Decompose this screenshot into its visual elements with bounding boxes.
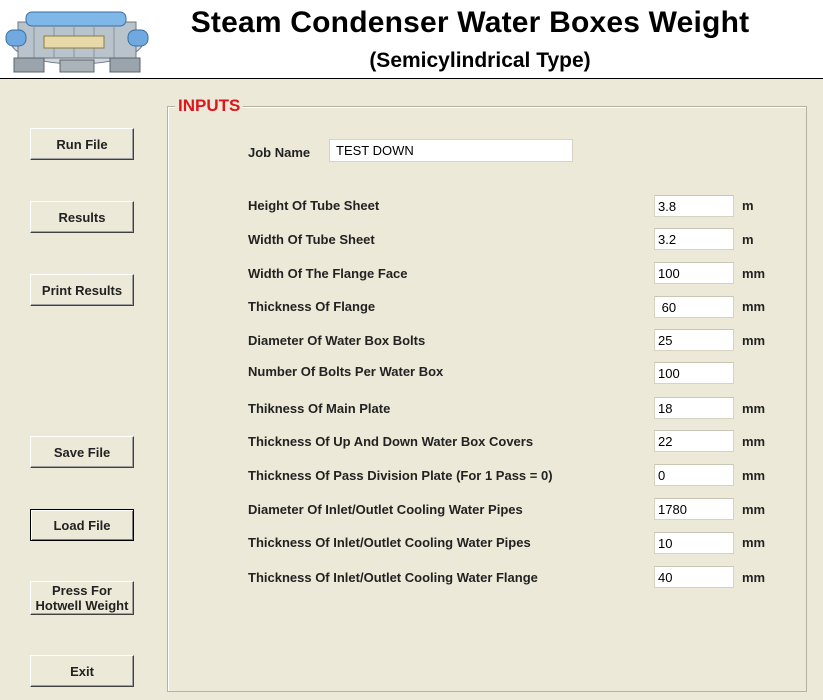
- pipe-diameter-label: Diameter Of Inlet/Outlet Cooling Water P…: [248, 502, 523, 517]
- pipe-thickness-input[interactable]: [654, 532, 734, 554]
- pipe-diameter-unit: mm: [742, 502, 766, 517]
- pipe-thickness-unit: mm: [742, 535, 766, 550]
- flange-face-width-input[interactable]: [654, 262, 734, 284]
- width-tube-sheet-label: Width Of Tube Sheet: [248, 232, 375, 247]
- print-results-button[interactable]: Print Results: [30, 274, 134, 306]
- pass-division-thickness-input[interactable]: [654, 464, 734, 486]
- run-file-button[interactable]: Run File: [30, 128, 134, 160]
- pass-division-thickness-label: Thickness Of Pass Division Plate (For 1 …: [248, 468, 553, 483]
- hotwell-button-line2: Hotwell Weight: [35, 598, 129, 613]
- pipe-diameter-input[interactable]: [654, 498, 734, 520]
- load-file-button[interactable]: Load File: [30, 509, 134, 541]
- bolts-per-box-label: Number Of Bolts Per Water Box: [248, 364, 444, 379]
- flange-thickness-label: Thickness Of Flange: [248, 299, 376, 314]
- results-button[interactable]: Results: [30, 201, 134, 233]
- height-tube-sheet-unit: m: [742, 198, 754, 213]
- page-title: Steam Condenser Water Boxes Weight: [190, 6, 750, 39]
- flange-face-width-unit: mm: [742, 266, 766, 281]
- main-plate-thickness-label: Thikness Of Main Plate: [248, 401, 391, 416]
- bolts-per-box-input[interactable]: [654, 362, 734, 384]
- hotwell-button-line1: Press For: [52, 583, 112, 598]
- exit-button[interactable]: Exit: [30, 655, 134, 687]
- flange-thickness-input[interactable]: [654, 296, 734, 318]
- job-name-label: Job Name: [248, 145, 311, 160]
- cover-thickness-label: Thickness Of Up And Down Water Box Cover…: [248, 434, 534, 449]
- height-tube-sheet-input[interactable]: [654, 195, 734, 217]
- cover-thickness-unit: mm: [742, 434, 766, 449]
- cooling-flange-thickness-unit: mm: [742, 570, 766, 585]
- cooling-flange-thickness-label: Thickness Of Inlet/Outlet Cooling Water …: [248, 570, 538, 585]
- cooling-flange-thickness-input[interactable]: [654, 566, 734, 588]
- flange-face-width-label: Width Of The Flange Face: [248, 266, 408, 281]
- height-tube-sheet-label: Height Of Tube Sheet: [248, 198, 380, 213]
- header-banner: Steam Condenser Water Boxes Weight (Semi…: [0, 0, 823, 79]
- pass-division-thickness-unit: mm: [742, 468, 766, 483]
- width-tube-sheet-unit: m: [742, 232, 754, 247]
- width-tube-sheet-input[interactable]: [654, 228, 734, 250]
- pipe-thickness-label: Thickness Of Inlet/Outlet Cooling Water …: [248, 535, 531, 550]
- bolt-diameter-unit: mm: [742, 333, 766, 348]
- hotwell-weight-button[interactable]: Press For Hotwell Weight: [30, 581, 134, 615]
- job-name-input[interactable]: [329, 139, 573, 162]
- page-subtitle: (Semicylindrical Type): [369, 49, 591, 72]
- bolt-diameter-input[interactable]: [654, 329, 734, 351]
- cover-thickness-input[interactable]: [654, 430, 734, 452]
- flange-thickness-unit: mm: [742, 299, 766, 314]
- save-file-button[interactable]: Save File: [30, 436, 134, 468]
- main-plate-thickness-input[interactable]: [654, 397, 734, 419]
- bolt-diameter-label: Diameter Of Water Box Bolts: [248, 333, 426, 348]
- inputs-legend: INPUTS: [175, 96, 244, 116]
- condenser-logo-image: [4, 2, 150, 76]
- main-plate-thickness-unit: mm: [742, 401, 766, 416]
